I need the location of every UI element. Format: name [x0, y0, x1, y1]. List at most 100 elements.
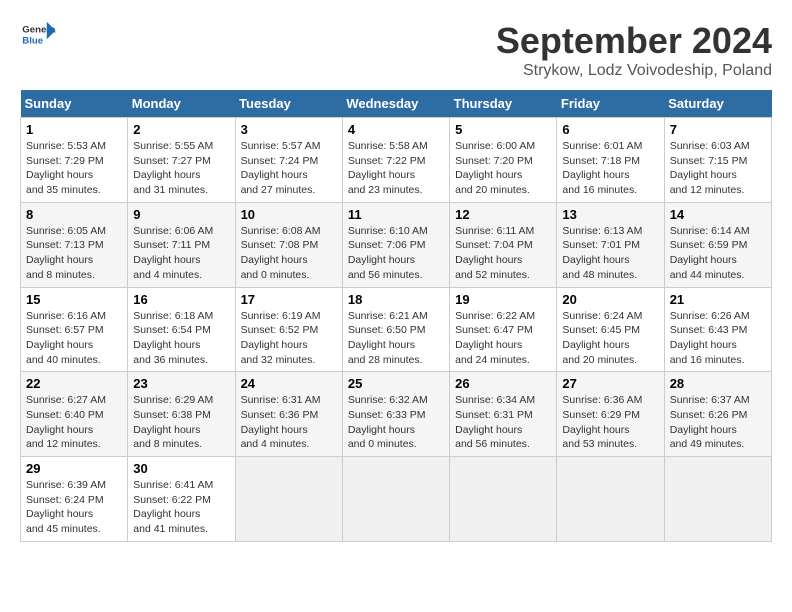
day-number: 26 — [455, 376, 551, 391]
week-row-4: 22 Sunrise: 6:27 AMSunset: 6:40 PMDayligh… — [21, 372, 772, 457]
day-number: 29 — [26, 461, 122, 476]
day-number: 13 — [562, 207, 658, 222]
week-row-1: 1Sunrise: 5:53 AMSunset: 7:29 PMDaylight… — [21, 118, 772, 203]
day-number: 3 — [241, 122, 337, 137]
day-info: Sunrise: 6:05 AMSunset: 7:13 PMDaylight … — [26, 224, 122, 283]
day-cell: 27Sunrise: 6:36 AMSunset: 6:29 PMDayligh… — [557, 372, 664, 457]
day-info: Sunrise: 5:55 AMSunset: 7:27 PMDaylight … — [133, 139, 229, 198]
day-number: 24 — [241, 376, 337, 391]
header-cell-tuesday: Tuesday — [235, 90, 342, 118]
week-row-3: 15 Sunrise: 6:16 AMSunset: 6:57 PMDayligh… — [21, 287, 772, 372]
day-info: Sunrise: 6:16 AMSunset: 6:57 PMDaylight … — [26, 309, 122, 368]
header-cell-friday: Friday — [557, 90, 664, 118]
logo-icon: General Blue — [20, 20, 56, 48]
header-cell-thursday: Thursday — [450, 90, 557, 118]
day-info: Sunrise: 6:06 AMSunset: 7:11 PMDaylight … — [133, 224, 229, 283]
day-cell: 30 Sunrise: 6:41 AMSunset: 6:22 PMDayligh… — [128, 457, 235, 542]
day-info: Sunrise: 6:27 AMSunset: 6:40 PMDaylight … — [26, 393, 122, 452]
day-info: Sunrise: 6:29 AMSunset: 6:38 PMDaylight … — [133, 393, 229, 452]
day-info: Sunrise: 6:32 AMSunset: 6:33 PMDaylight … — [348, 393, 444, 452]
day-number: 17 — [241, 292, 337, 307]
day-info: Sunrise: 6:01 AMSunset: 7:18 PMDaylight … — [562, 139, 658, 198]
day-info: Sunrise: 6:19 AMSunset: 6:52 PMDaylight … — [241, 309, 337, 368]
day-info: Sunrise: 6:11 AMSunset: 7:04 PMDaylight … — [455, 224, 551, 283]
day-info: Sunrise: 6:18 AMSunset: 6:54 PMDaylight … — [133, 309, 229, 368]
day-number: 23 — [133, 376, 229, 391]
day-cell: 5 Sunrise: 6:00 AMSunset: 7:20 PMDaylight… — [450, 118, 557, 203]
day-number: 18 — [348, 292, 444, 307]
day-cell — [235, 457, 342, 542]
day-info: Sunrise: 6:14 AMSunset: 6:59 PMDaylight … — [670, 224, 766, 283]
day-cell: 7Sunrise: 6:03 AMSunset: 7:15 PMDaylight… — [664, 118, 771, 203]
header-cell-wednesday: Wednesday — [342, 90, 449, 118]
day-number: 4 — [348, 122, 444, 137]
day-cell: 4 Sunrise: 5:58 AMSunset: 7:22 PMDaylight… — [342, 118, 449, 203]
day-info: Sunrise: 6:36 AMSunset: 6:29 PMDaylight … — [562, 393, 658, 452]
day-info: Sunrise: 6:03 AMSunset: 7:15 PMDaylight … — [670, 139, 766, 198]
page-header: General Blue September 2024 Strykow, Lod… — [20, 20, 772, 80]
day-cell: 12 Sunrise: 6:11 AMSunset: 7:04 PMDayligh… — [450, 202, 557, 287]
day-cell: 18 Sunrise: 6:21 AMSunset: 6:50 PMDayligh… — [342, 287, 449, 372]
day-info: Sunrise: 6:34 AMSunset: 6:31 PMDaylight … — [455, 393, 551, 452]
day-number: 20 — [562, 292, 658, 307]
header-cell-sunday: Sunday — [21, 90, 128, 118]
day-number: 5 — [455, 122, 551, 137]
day-number: 22 — [26, 376, 122, 391]
day-cell: 26 Sunrise: 6:34 AMSunset: 6:31 PMDayligh… — [450, 372, 557, 457]
day-cell: 24 Sunrise: 6:31 AMSunset: 6:36 PMDayligh… — [235, 372, 342, 457]
day-cell: 8 Sunrise: 6:05 AMSunset: 7:13 PMDaylight… — [21, 202, 128, 287]
day-number: 30 — [133, 461, 229, 476]
svg-text:Blue: Blue — [22, 36, 43, 47]
day-number: 16 — [133, 292, 229, 307]
day-cell: 13 Sunrise: 6:13 AMSunset: 7:01 PMDayligh… — [557, 202, 664, 287]
week-row-5: 29 Sunrise: 6:39 AMSunset: 6:24 PMDayligh… — [21, 457, 772, 542]
day-info: Sunrise: 6:00 AMSunset: 7:20 PMDaylight … — [455, 139, 551, 198]
day-info: Sunrise: 6:08 AMSunset: 7:08 PMDaylight … — [241, 224, 337, 283]
day-number: 19 — [455, 292, 551, 307]
day-cell: 16 Sunrise: 6:18 AMSunset: 6:54 PMDayligh… — [128, 287, 235, 372]
day-info: Sunrise: 6:13 AMSunset: 7:01 PMDaylight … — [562, 224, 658, 283]
day-number: 15 — [26, 292, 122, 307]
day-cell: 14 Sunrise: 6:14 AMSunset: 6:59 PMDayligh… — [664, 202, 771, 287]
day-cell — [450, 457, 557, 542]
header-row: SundayMondayTuesdayWednesdayThursdayFrid… — [21, 90, 772, 118]
day-number: 14 — [670, 207, 766, 222]
day-number: 21 — [670, 292, 766, 307]
day-info: Sunrise: 6:24 AMSunset: 6:45 PMDaylight … — [562, 309, 658, 368]
day-number: 8 — [26, 207, 122, 222]
day-cell: 19 Sunrise: 6:22 AMSunset: 6:47 PMDayligh… — [450, 287, 557, 372]
week-row-2: 8 Sunrise: 6:05 AMSunset: 7:13 PMDaylight… — [21, 202, 772, 287]
day-cell: 29 Sunrise: 6:39 AMSunset: 6:24 PMDayligh… — [21, 457, 128, 542]
calendar-table: SundayMondayTuesdayWednesdayThursdayFrid… — [20, 90, 772, 542]
day-cell — [664, 457, 771, 542]
day-info: Sunrise: 6:39 AMSunset: 6:24 PMDaylight … — [26, 478, 122, 537]
day-cell: 23 Sunrise: 6:29 AMSunset: 6:38 PMDayligh… — [128, 372, 235, 457]
day-cell: 2 Sunrise: 5:55 AMSunset: 7:27 PMDaylight… — [128, 118, 235, 203]
day-number: 6 — [562, 122, 658, 137]
day-number: 1 — [26, 122, 122, 137]
day-cell: 25Sunrise: 6:32 AMSunset: 6:33 PMDayligh… — [342, 372, 449, 457]
day-cell: 6 Sunrise: 6:01 AMSunset: 7:18 PMDaylight… — [557, 118, 664, 203]
logo: General Blue — [20, 20, 56, 48]
day-info: Sunrise: 6:21 AMSunset: 6:50 PMDaylight … — [348, 309, 444, 368]
day-cell: 17 Sunrise: 6:19 AMSunset: 6:52 PMDayligh… — [235, 287, 342, 372]
day-info: Sunrise: 6:31 AMSunset: 6:36 PMDaylight … — [241, 393, 337, 452]
header-cell-saturday: Saturday — [664, 90, 771, 118]
day-info: Sunrise: 6:41 AMSunset: 6:22 PMDaylight … — [133, 478, 229, 537]
title-area: September 2024 Strykow, Lodz Voivodeship… — [496, 20, 772, 80]
day-cell: 15 Sunrise: 6:16 AMSunset: 6:57 PMDayligh… — [21, 287, 128, 372]
day-info: Sunrise: 5:58 AMSunset: 7:22 PMDaylight … — [348, 139, 444, 198]
day-cell: 1Sunrise: 5:53 AMSunset: 7:29 PMDaylight… — [21, 118, 128, 203]
day-number: 11 — [348, 207, 444, 222]
day-info: Sunrise: 5:57 AMSunset: 7:24 PMDaylight … — [241, 139, 337, 198]
day-cell: 11 Sunrise: 6:10 AMSunset: 7:06 PMDayligh… — [342, 202, 449, 287]
day-info: Sunrise: 6:22 AMSunset: 6:47 PMDaylight … — [455, 309, 551, 368]
day-number: 2 — [133, 122, 229, 137]
day-info: Sunrise: 6:37 AMSunset: 6:26 PMDaylight … — [670, 393, 766, 452]
day-cell: 22 Sunrise: 6:27 AMSunset: 6:40 PMDayligh… — [21, 372, 128, 457]
day-number: 12 — [455, 207, 551, 222]
day-cell: 28Sunrise: 6:37 AMSunset: 6:26 PMDayligh… — [664, 372, 771, 457]
day-cell: 10 Sunrise: 6:08 AMSunset: 7:08 PMDayligh… — [235, 202, 342, 287]
day-info: Sunrise: 6:10 AMSunset: 7:06 PMDaylight … — [348, 224, 444, 283]
day-number: 10 — [241, 207, 337, 222]
